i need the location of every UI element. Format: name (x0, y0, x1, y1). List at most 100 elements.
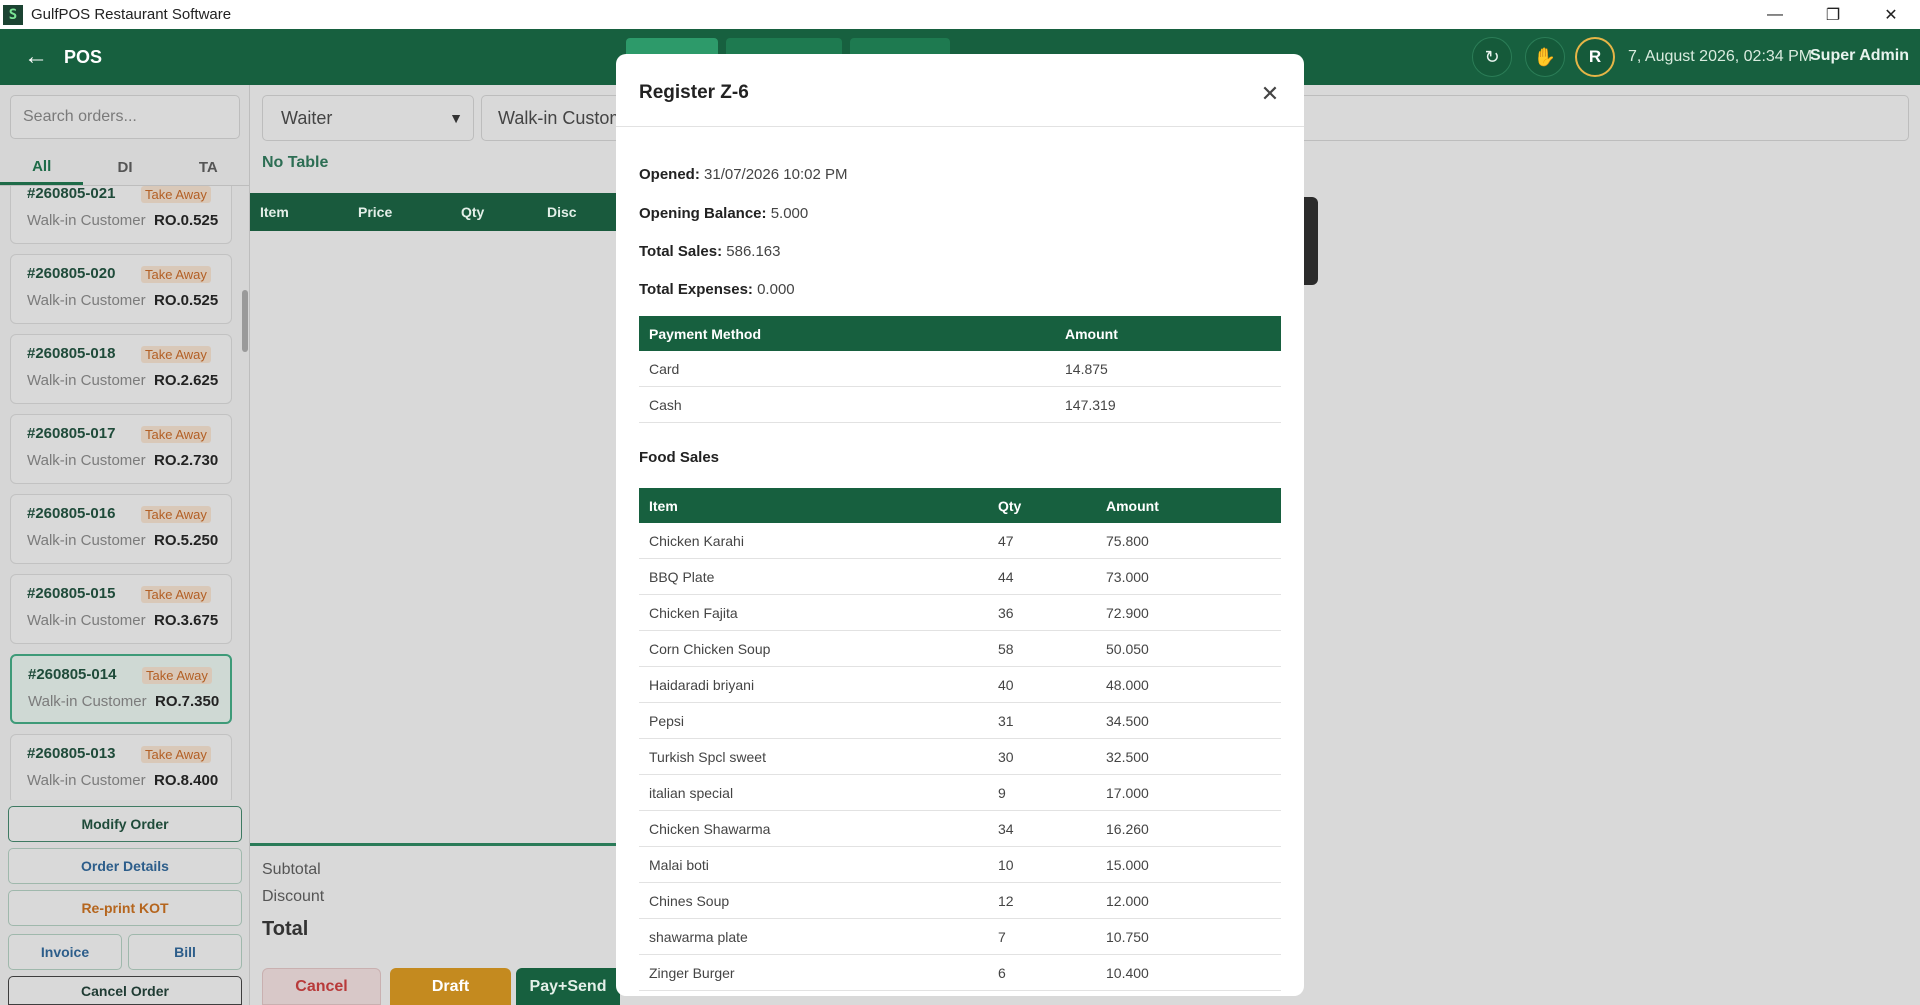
order-amount: RO.2.625 (154, 372, 219, 389)
food-amount: 17.000 (1106, 785, 1149, 801)
avatar[interactable]: R (1575, 37, 1615, 77)
food-item: italian special (649, 785, 734, 801)
order-customer: Walk-in Customer (27, 292, 146, 309)
draft-button[interactable]: Draft (390, 968, 511, 1005)
hand-icon[interactable]: ✋ (1525, 37, 1565, 77)
cart-header: Item Price Qty Disc (250, 193, 620, 231)
food-amount: 48.000 (1106, 677, 1149, 693)
cancel-order-button[interactable]: Cancel Order (8, 976, 242, 1005)
chevron-down-icon: ▼ (449, 110, 463, 126)
food-item: Turkish Spcl sweet (649, 749, 766, 765)
opening-balance-info: Opening Balance: 5.000 (639, 205, 808, 222)
food-amount: 50.050 (1106, 641, 1149, 657)
order-type-badge: Take Away (141, 186, 211, 203)
tab-all[interactable]: All (0, 150, 84, 185)
header-username[interactable]: Super Admin (1810, 47, 1909, 65)
tab-take-away[interactable]: TA (167, 150, 250, 185)
food-item: BBQ Plate (649, 569, 715, 585)
tab-dine-in[interactable]: DI (83, 150, 166, 185)
order-card[interactable]: #260805-018 Take Away Walk-in Customer R… (10, 334, 232, 404)
food-amount: 73.000 (1106, 569, 1149, 585)
table-row: Turkish Spcl sweet 30 32.500 (639, 739, 1281, 775)
window-close-icon[interactable]: ✕ (1862, 0, 1920, 29)
food-qty: 6 (998, 965, 1006, 981)
minimize-icon[interactable]: — (1746, 0, 1804, 29)
modify-order-button[interactable]: Modify Order (8, 806, 242, 842)
food-qty: 47 (998, 533, 1014, 549)
invoice-button[interactable]: Invoice (8, 934, 122, 970)
opening-balance-value: 5.000 (770, 205, 809, 222)
pay-send-button[interactable]: Pay+Send (516, 968, 620, 1005)
reprint-kot-button[interactable]: Re-print KOT (8, 890, 242, 926)
order-type-badge: Take Away (141, 586, 211, 603)
window-controls: — ❐ ✕ (1746, 0, 1920, 29)
food-qty: 10 (998, 857, 1014, 873)
food-item: Haidaradi briyani (649, 677, 755, 693)
waiter-select[interactable]: Waiter ▼ (262, 95, 474, 141)
order-number: #260805-014 (28, 666, 117, 683)
food-item: Pepsi (649, 713, 685, 729)
order-amount: RO.0.525 (154, 292, 219, 309)
cancel-button[interactable]: Cancel (262, 968, 381, 1005)
order-amount: RO.2.730 (154, 452, 219, 469)
payment-table-header: Payment Method Amount (639, 316, 1281, 351)
order-card[interactable]: #260805-016 Take Away Walk-in Customer R… (10, 494, 232, 564)
food-amount: 32.500 (1106, 749, 1149, 765)
food-amount: 72.900 (1106, 605, 1149, 621)
order-type-badge: Take Away (142, 667, 212, 684)
table-row: Chicken Karahi 47 75.800 (639, 523, 1281, 559)
total-sales-label: Total Sales: (639, 243, 723, 260)
payment-method: Cash (649, 397, 682, 413)
order-type-badge: Take Away (141, 746, 211, 763)
order-customer: Walk-in Customer (27, 772, 146, 789)
order-number: #260805-021 (27, 186, 116, 202)
opened-label: Opened: (639, 166, 700, 183)
restore-icon[interactable]: ❐ (1804, 0, 1862, 29)
food-col-item: Item (649, 498, 678, 514)
food-amount: 12.000 (1106, 893, 1149, 909)
food-qty: 58 (998, 641, 1014, 657)
close-icon[interactable]: ✕ (1256, 80, 1284, 108)
food-item: Chicken Fajita (649, 605, 738, 621)
food-amount: 75.800 (1106, 533, 1149, 549)
discount-label: Discount (262, 888, 325, 905)
total-expenses-label: Total Expenses: (639, 281, 753, 298)
order-card[interactable]: #260805-017 Take Away Walk-in Customer R… (10, 414, 232, 484)
modal-title: Register Z-6 (639, 82, 749, 103)
total-expenses-value: 0.000 (757, 281, 795, 298)
order-card[interactable]: #260805-021 Take Away Walk-in Customer R… (10, 186, 232, 244)
total-sales-info: Total Sales: 586.163 (639, 243, 781, 260)
window-title: GulfPOS Restaurant Software (31, 6, 232, 23)
table-row: Pepsi 31 34.500 (639, 703, 1281, 739)
order-type-badge: Take Away (141, 506, 211, 523)
bill-button[interactable]: Bill (128, 934, 242, 970)
orders-scrollbar[interactable] (242, 290, 248, 352)
order-number: #260805-013 (27, 745, 116, 762)
cart-col-disc: Disc (547, 204, 577, 220)
search-orders-input[interactable]: Search orders... (10, 95, 240, 139)
order-card[interactable]: #260805-015 Take Away Walk-in Customer R… (10, 574, 232, 644)
order-customer: Walk-in Customer (27, 212, 146, 229)
refresh-icon[interactable]: ↻ (1472, 37, 1512, 77)
food-item: shawarma plate (649, 929, 748, 945)
food-qty: 34 (998, 821, 1014, 837)
customer-select-value: Walk-in Custom (498, 107, 625, 128)
food-col-qty: Qty (998, 498, 1022, 514)
order-type-badge: Take Away (141, 266, 211, 283)
food-item: Malai boti (649, 857, 709, 873)
order-card[interactable]: #260805-013 Take Away Walk-in Customer R… (10, 734, 232, 800)
order-details-button[interactable]: Order Details (8, 848, 242, 884)
order-amount: RO.0.525 (154, 212, 219, 229)
payment-col-amount: Amount (1065, 326, 1118, 342)
food-qty: 30 (998, 749, 1014, 765)
order-customer: Walk-in Customer (27, 372, 146, 389)
waiter-select-value: Waiter (281, 107, 333, 128)
food-table-header: Item Qty Amount (639, 488, 1281, 523)
food-col-amount: Amount (1106, 498, 1159, 514)
order-card-selected[interactable]: #260805-014 Take Away Walk-in Customer R… (10, 654, 232, 724)
back-arrow-icon[interactable]: ← (24, 43, 48, 71)
order-card[interactable]: #260805-020 Take Away Walk-in Customer R… (10, 254, 232, 324)
order-amount: RO.7.350 (155, 693, 220, 710)
table-indicator[interactable]: No Table (262, 154, 328, 172)
food-item: Corn Chicken Soup (649, 641, 771, 657)
